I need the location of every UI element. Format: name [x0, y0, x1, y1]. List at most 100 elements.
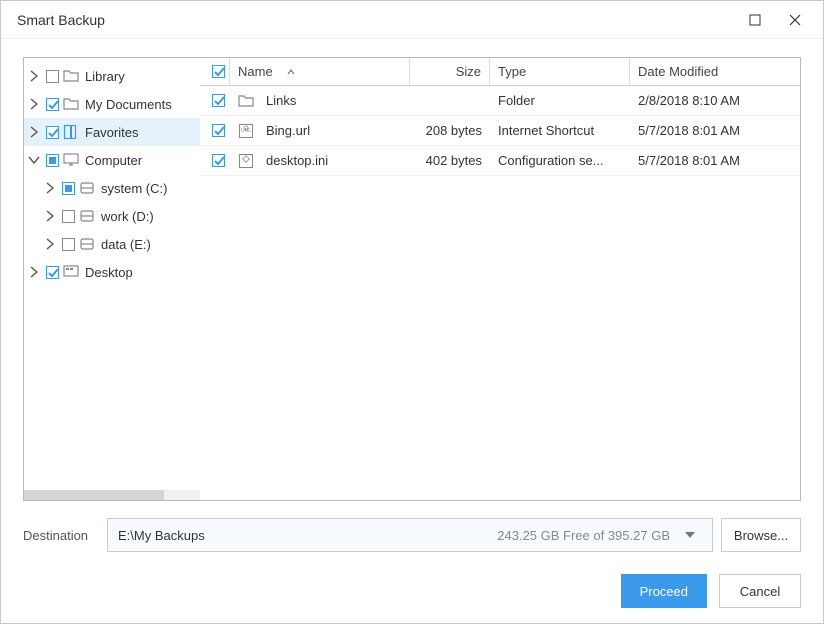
- footer-actions: Proceed Cancel: [1, 559, 823, 623]
- tree-node-label: data (E:): [101, 237, 151, 252]
- header-checkbox[interactable]: [212, 65, 225, 78]
- tree-node[interactable]: data (E:): [24, 230, 200, 258]
- destination-dropdown-icon[interactable]: [678, 528, 702, 542]
- cancel-button-label: Cancel: [740, 584, 780, 599]
- chevron-right-icon[interactable]: [26, 264, 42, 280]
- drive-icon: [79, 180, 95, 196]
- app-window: Smart Backup Library My Documents Favorite…: [0, 0, 824, 624]
- content-area: Library My Documents Favorites Computer syst…: [1, 39, 823, 559]
- file-list-pane: Name Size Type Date Modified Links Folder…: [200, 58, 800, 500]
- tree-checkbox[interactable]: [62, 210, 75, 223]
- file-row[interactable]: desktop.ini 402 bytesConfiguration se...5…: [200, 146, 800, 176]
- file-checkbox[interactable]: [212, 154, 225, 167]
- file-checkbox[interactable]: [212, 124, 225, 137]
- source-tree-sidebar: Library My Documents Favorites Computer syst…: [24, 58, 200, 500]
- source-tree[interactable]: Library My Documents Favorites Computer syst…: [24, 58, 200, 490]
- folder-icon: [238, 93, 254, 109]
- file-checkbox[interactable]: [212, 94, 225, 107]
- tree-node[interactable]: work (D:): [24, 202, 200, 230]
- browse-button-label: Browse...: [734, 528, 788, 543]
- tree-checkbox[interactable]: [46, 266, 59, 279]
- column-header-type[interactable]: Type: [490, 58, 630, 85]
- chevron-right-icon[interactable]: [26, 68, 42, 84]
- header-checkbox-cell[interactable]: [200, 58, 230, 85]
- tree-node[interactable]: My Documents: [24, 90, 200, 118]
- file-row[interactable]: Bing.url 208 bytesInternet Shortcut5/7/20…: [200, 116, 800, 146]
- tree-node-label: Computer: [85, 153, 142, 168]
- folder-icon: [63, 96, 79, 112]
- file-type: Folder: [490, 93, 630, 108]
- file-row[interactable]: Links Folder2/8/2018 8:10 AM: [200, 86, 800, 116]
- drive-icon: [79, 208, 95, 224]
- tree-checkbox[interactable]: [46, 70, 59, 83]
- proceed-button[interactable]: Proceed: [621, 574, 707, 608]
- file-size: 208 bytes: [410, 123, 490, 138]
- column-header-size[interactable]: Size: [410, 58, 490, 85]
- close-icon: [789, 14, 801, 26]
- browse-button[interactable]: Browse...: [721, 518, 801, 552]
- tree-node-label: Library: [85, 69, 125, 84]
- file-name-cell: Links: [230, 93, 410, 109]
- tree-node[interactable]: Favorites: [24, 118, 200, 146]
- tree-checkbox[interactable]: [46, 98, 59, 111]
- column-header-name[interactable]: Name: [230, 58, 410, 85]
- window-title: Smart Backup: [17, 12, 735, 28]
- close-button[interactable]: [775, 5, 815, 35]
- titlebar: Smart Backup: [1, 1, 823, 39]
- tree-node[interactable]: system (C:): [24, 174, 200, 202]
- file-date: 5/7/2018 8:01 AM: [630, 153, 800, 168]
- destination-path: E:\My Backups: [118, 528, 497, 543]
- destination-free-space: 243.25 GB Free of 395.27 GB: [497, 528, 670, 543]
- tree-node-label: My Documents: [85, 97, 172, 112]
- file-date: 5/7/2018 8:01 AM: [630, 123, 800, 138]
- column-header-size-label: Size: [456, 64, 481, 79]
- tree-node-label: system (C:): [101, 181, 167, 196]
- chevron-right-icon[interactable]: [42, 236, 58, 252]
- tree-node[interactable]: Library: [24, 62, 200, 90]
- file-name-cell: Bing.url: [230, 123, 410, 139]
- tree-node[interactable]: Desktop: [24, 258, 200, 286]
- monitor-icon: [63, 152, 79, 168]
- file-name: Bing.url: [266, 123, 310, 138]
- file-name: desktop.ini: [266, 153, 328, 168]
- file-name: Links: [266, 93, 296, 108]
- file-size: 402 bytes: [410, 153, 490, 168]
- destination-selector[interactable]: E:\My Backups 243.25 GB Free of 395.27 G…: [107, 518, 713, 552]
- main-area: Library My Documents Favorites Computer syst…: [23, 57, 801, 501]
- file-name-cell: desktop.ini: [230, 153, 410, 169]
- destination-label: Destination: [23, 528, 107, 543]
- maximize-icon: [749, 14, 761, 26]
- drive-icon: [79, 236, 95, 252]
- tree-node-label: Favorites: [85, 125, 138, 140]
- chevron-right-icon[interactable]: [26, 96, 42, 112]
- cancel-button[interactable]: Cancel: [719, 574, 801, 608]
- favorites-icon: [63, 124, 79, 140]
- tree-checkbox[interactable]: [62, 238, 75, 251]
- tree-node[interactable]: Computer: [24, 146, 200, 174]
- desktop-icon: [63, 264, 79, 280]
- file-type: Configuration se...: [490, 153, 630, 168]
- maximize-button[interactable]: [735, 5, 775, 35]
- column-header-date-label: Date Modified: [638, 64, 718, 79]
- file-list-body[interactable]: Links Folder2/8/2018 8:10 AM Bing.url 208 b…: [200, 86, 800, 500]
- file-type: Internet Shortcut: [490, 123, 630, 138]
- sidebar-scrollbar[interactable]: [24, 490, 200, 500]
- tree-checkbox[interactable]: [46, 126, 59, 139]
- chevron-right-icon[interactable]: [26, 124, 42, 140]
- tree-checkbox[interactable]: [62, 182, 75, 195]
- ini-icon: [238, 153, 254, 169]
- file-date: 2/8/2018 8:10 AM: [630, 93, 800, 108]
- chevron-right-icon[interactable]: [42, 208, 58, 224]
- tree-node-label: Desktop: [85, 265, 133, 280]
- column-header-name-label: Name: [238, 64, 273, 79]
- chevron-down-icon[interactable]: [26, 152, 42, 168]
- column-header-date[interactable]: Date Modified: [630, 58, 800, 85]
- column-header-type-label: Type: [498, 64, 526, 79]
- tree-node-label: work (D:): [101, 209, 154, 224]
- tree-checkbox[interactable]: [46, 154, 59, 167]
- file-list-header: Name Size Type Date Modified: [200, 58, 800, 86]
- destination-row: Destination E:\My Backups 243.25 GB Free…: [23, 517, 801, 553]
- chevron-right-icon[interactable]: [42, 180, 58, 196]
- url-icon: [238, 123, 254, 139]
- scrollbar-thumb[interactable]: [24, 490, 164, 500]
